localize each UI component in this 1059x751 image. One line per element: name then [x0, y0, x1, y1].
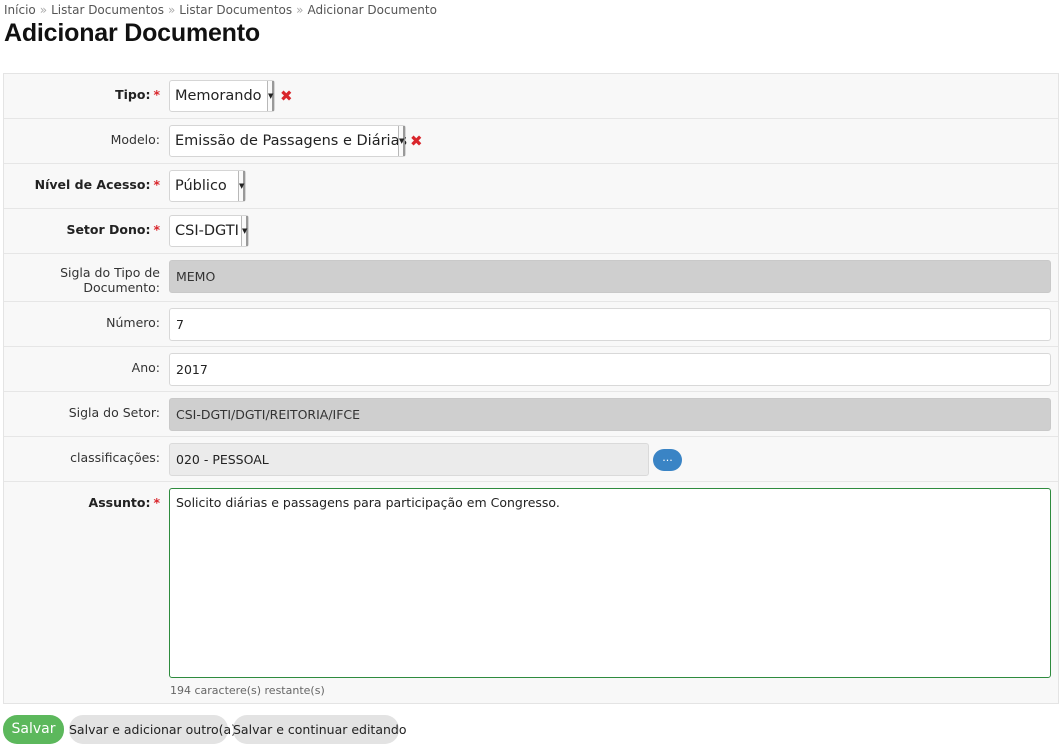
tipo-select[interactable]: Memorando ▼ [169, 80, 275, 112]
setor-dono-label: Setor Dono: * [66, 222, 160, 237]
caret-down-icon: ▼ [241, 216, 248, 246]
sigla-tipo-label: Sigla do Tipo de Documento: [60, 265, 160, 295]
sigla-setor-input: CSI-DGTI/DGTI/REITORIA/IFCE [169, 398, 1051, 431]
clear-tipo-icon[interactable]: ✖ [280, 87, 293, 105]
numero-label: Número: [106, 315, 160, 330]
field-row-assunto: Assunto: * Solicito diárias e passagens p… [4, 482, 1058, 703]
required-star: * [153, 495, 160, 510]
breadcrumb-separator: » [167, 3, 176, 17]
nivel-acesso-select-value: Público [175, 178, 227, 194]
ano-label: Ano: [131, 360, 160, 375]
breadcrumb-current: Adicionar Documento [307, 3, 437, 17]
document-form: Tipo: * Memorando ▼ ✖ Modelo: Emissão de … [3, 73, 1059, 704]
field-row-setor-dono: Setor Dono: * CSI-DGTI ▼ [4, 209, 1058, 254]
breadcrumb-separator: » [39, 3, 48, 17]
required-star: * [153, 87, 160, 102]
modelo-select-value: Emissão de Passagens e Diárias [175, 133, 408, 149]
assunto-textarea[interactable]: Solicito diárias e passagens para partic… [169, 488, 1051, 678]
field-row-nivel-acesso: Nível de Acesso: * Público ▼ [4, 164, 1058, 209]
ano-input[interactable]: 2017 [169, 353, 1051, 386]
save-button[interactable]: Salvar [3, 715, 64, 744]
sigla-setor-label: Sigla do Setor: [68, 405, 160, 420]
page-title: Adicionar Documento [4, 19, 260, 47]
classificacoes-label: classificações: [70, 450, 160, 465]
breadcrumb-link-inicio[interactable]: Início [4, 3, 36, 17]
clear-modelo-icon[interactable]: ✖ [410, 132, 423, 150]
caret-down-icon: ▼ [267, 81, 274, 111]
breadcrumb: Início» Listar Documentos» Listar Document… [4, 3, 437, 17]
save-add-another-button[interactable]: Salvar e adicionar outro(a) [69, 715, 236, 744]
required-star: * [153, 177, 160, 192]
modelo-select[interactable]: Emissão de Passagens e Diárias ▼ [169, 125, 408, 157]
modelo-label: Modelo: [110, 132, 160, 147]
setor-dono-select[interactable]: CSI-DGTI ▼ [169, 215, 249, 247]
field-row-sigla-tipo: Sigla do Tipo de Documento: MEMO [4, 254, 1058, 302]
save-continue-editing-button[interactable]: Salvar e continuar editando [233, 715, 407, 744]
nivel-acesso-select[interactable]: Público ▼ [169, 170, 246, 202]
assunto-label: Assunto: * [88, 495, 160, 510]
caret-down-icon: ▼ [398, 126, 405, 156]
field-row-tipo: Tipo: * Memorando ▼ ✖ [4, 74, 1058, 119]
field-row-sigla-setor: Sigla do Setor: CSI-DGTI/DGTI/REITORIA/I… [4, 392, 1058, 437]
classificacoes-input[interactable]: 020 - PESSOAL [169, 443, 649, 476]
nivel-acesso-label: Nível de Acesso: * [34, 177, 160, 192]
tipo-select-value: Memorando [175, 88, 262, 104]
required-star: * [153, 222, 160, 237]
classificacoes-lookup-button[interactable]: ... [653, 449, 682, 471]
field-row-ano: Ano: 2017 [4, 347, 1058, 392]
breadcrumb-link-listar-documentos[interactable]: Listar Documentos [51, 3, 164, 17]
field-row-numero: Número: 7 [4, 302, 1058, 347]
assunto-char-counter: 194 caractere(s) restante(s) [170, 684, 325, 697]
tipo-label: Tipo: * [115, 87, 160, 102]
numero-input[interactable]: 7 [169, 308, 1051, 341]
caret-down-icon: ▼ [238, 171, 245, 201]
setor-dono-select-value: CSI-DGTI [175, 223, 239, 239]
breadcrumb-link-listar-documentos-2[interactable]: Listar Documentos [179, 3, 292, 17]
sigla-tipo-input: MEMO [169, 260, 1051, 293]
breadcrumb-separator: » [296, 3, 304, 17]
field-row-modelo: Modelo: Emissão de Passagens e Diárias ▼… [4, 119, 1058, 164]
field-row-classificacoes: classificações: 020 - PESSOAL ... [4, 437, 1058, 482]
